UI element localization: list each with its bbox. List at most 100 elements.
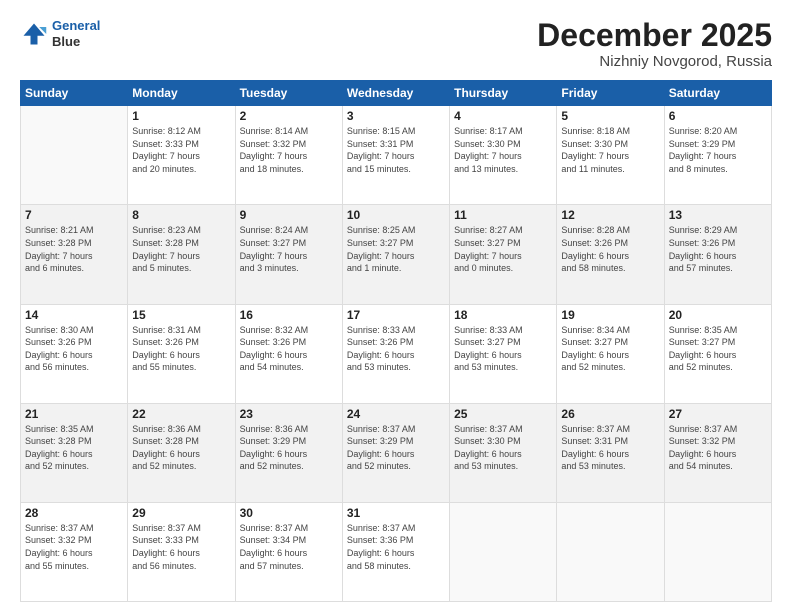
day-number: 5 [561, 109, 659, 123]
day-info: Sunrise: 8:37 AM Sunset: 3:33 PM Dayligh… [132, 522, 230, 572]
calendar-table: SundayMondayTuesdayWednesdayThursdayFrid… [20, 80, 772, 602]
calendar-cell: 13 Sunrise: 8:29 AM Sunset: 3:26 PM Dayli… [664, 205, 771, 304]
day-info: Sunrise: 8:14 AM Sunset: 3:32 PM Dayligh… [240, 125, 338, 175]
day-number: 19 [561, 308, 659, 322]
calendar-cell: 22Sunrise: 8:36 AM Sunset: 3:28 PM Dayli… [128, 403, 235, 502]
day-number: 9 [240, 208, 338, 222]
day-info: Sunrise: 8:36 AM Sunset: 3:28 PM Dayligh… [132, 423, 230, 473]
title-block: December 2025 Nizhniy Novgorod, Russia [537, 18, 772, 70]
calendar-cell: 12 Sunrise: 8:28 AM Sunset: 3:26 PM Dayli… [557, 205, 664, 304]
calendar-cell: 17 Sunrise: 8:33 AM Sunset: 3:26 PM Dayli… [342, 304, 449, 403]
calendar-cell [21, 106, 128, 205]
day-number: 28 [25, 506, 123, 520]
day-number: 16 [240, 308, 338, 322]
day-info: Sunrise: 8:35 AM Sunset: 3:27 PM Dayligh… [669, 324, 767, 374]
day-info: Sunrise: 8:37 AM Sunset: 3:32 PM Dayligh… [669, 423, 767, 473]
calendar-header-tuesday: Tuesday [235, 81, 342, 106]
day-info: Sunrise: 8:21 AM Sunset: 3:28 PM Dayligh… [25, 224, 123, 274]
calendar-cell: 15 Sunrise: 8:31 AM Sunset: 3:26 PM Dayli… [128, 304, 235, 403]
day-number: 18 [454, 308, 552, 322]
day-number: 26 [561, 407, 659, 421]
day-info: Sunrise: 8:27 AM Sunset: 3:27 PM Dayligh… [454, 224, 552, 274]
day-info: Sunrise: 8:25 AM Sunset: 3:27 PM Dayligh… [347, 224, 445, 274]
day-number: 8 [132, 208, 230, 222]
calendar-cell: 11Sunrise: 8:27 AM Sunset: 3:27 PM Dayli… [450, 205, 557, 304]
day-number: 29 [132, 506, 230, 520]
calendar-header-monday: Monday [128, 81, 235, 106]
day-number: 3 [347, 109, 445, 123]
calendar-row-4: 28 Sunrise: 8:37 AM Sunset: 3:32 PM Dayli… [21, 502, 772, 601]
calendar-cell: 1Sunrise: 8:12 AM Sunset: 3:33 PM Daylig… [128, 106, 235, 205]
day-info: Sunrise: 8:18 AM Sunset: 3:30 PM Dayligh… [561, 125, 659, 175]
calendar-header-thursday: Thursday [450, 81, 557, 106]
day-info: Sunrise: 8:32 AM Sunset: 3:26 PM Dayligh… [240, 324, 338, 374]
day-info: Sunrise: 8:33 AM Sunset: 3:27 PM Dayligh… [454, 324, 552, 374]
calendar-cell: 29 Sunrise: 8:37 AM Sunset: 3:33 PM Dayli… [128, 502, 235, 601]
day-number: 24 [347, 407, 445, 421]
calendar-cell: 25Sunrise: 8:37 AM Sunset: 3:30 PM Dayli… [450, 403, 557, 502]
calendar-cell: 21 Sunrise: 8:35 AM Sunset: 3:28 PM Dayli… [21, 403, 128, 502]
calendar-cell: 30Sunrise: 8:37 AM Sunset: 3:34 PM Dayli… [235, 502, 342, 601]
day-info: Sunrise: 8:37 AM Sunset: 3:30 PM Dayligh… [454, 423, 552, 473]
calendar-row-2: 14 Sunrise: 8:30 AM Sunset: 3:26 PM Dayli… [21, 304, 772, 403]
day-info: Sunrise: 8:15 AM Sunset: 3:31 PM Dayligh… [347, 125, 445, 175]
calendar-row-1: 7Sunrise: 8:21 AM Sunset: 3:28 PM Daylig… [21, 205, 772, 304]
calendar-cell [450, 502, 557, 601]
day-info: Sunrise: 8:28 AM Sunset: 3:26 PM Dayligh… [561, 224, 659, 274]
day-info: Sunrise: 8:35 AM Sunset: 3:28 PM Dayligh… [25, 423, 123, 473]
day-number: 17 [347, 308, 445, 322]
day-info: Sunrise: 8:33 AM Sunset: 3:26 PM Dayligh… [347, 324, 445, 374]
calendar-cell: 6 Sunrise: 8:20 AM Sunset: 3:29 PM Daylig… [664, 106, 771, 205]
calendar-cell: 28 Sunrise: 8:37 AM Sunset: 3:32 PM Dayli… [21, 502, 128, 601]
day-number: 14 [25, 308, 123, 322]
calendar-header-friday: Friday [557, 81, 664, 106]
calendar-header-wednesday: Wednesday [342, 81, 449, 106]
day-info: Sunrise: 8:20 AM Sunset: 3:29 PM Dayligh… [669, 125, 767, 175]
logo-text: General Blue [52, 18, 100, 49]
day-number: 10 [347, 208, 445, 222]
day-info: Sunrise: 8:37 AM Sunset: 3:29 PM Dayligh… [347, 423, 445, 473]
calendar-cell: 9 Sunrise: 8:24 AM Sunset: 3:27 PM Daylig… [235, 205, 342, 304]
calendar-cell: 18 Sunrise: 8:33 AM Sunset: 3:27 PM Dayli… [450, 304, 557, 403]
calendar-cell: 4 Sunrise: 8:17 AM Sunset: 3:30 PM Daylig… [450, 106, 557, 205]
calendar-header-row: SundayMondayTuesdayWednesdayThursdayFrid… [21, 81, 772, 106]
main-title: December 2025 [537, 18, 772, 53]
day-number: 23 [240, 407, 338, 421]
day-number: 4 [454, 109, 552, 123]
day-info: Sunrise: 8:34 AM Sunset: 3:27 PM Dayligh… [561, 324, 659, 374]
day-info: Sunrise: 8:37 AM Sunset: 3:32 PM Dayligh… [25, 522, 123, 572]
day-number: 20 [669, 308, 767, 322]
calendar-cell: 26 Sunrise: 8:37 AM Sunset: 3:31 PM Dayli… [557, 403, 664, 502]
day-info: Sunrise: 8:31 AM Sunset: 3:26 PM Dayligh… [132, 324, 230, 374]
day-number: 2 [240, 109, 338, 123]
day-info: Sunrise: 8:17 AM Sunset: 3:30 PM Dayligh… [454, 125, 552, 175]
day-number: 12 [561, 208, 659, 222]
calendar-cell: 19 Sunrise: 8:34 AM Sunset: 3:27 PM Dayli… [557, 304, 664, 403]
day-info: Sunrise: 8:37 AM Sunset: 3:31 PM Dayligh… [561, 423, 659, 473]
calendar-row-0: 1Sunrise: 8:12 AM Sunset: 3:33 PM Daylig… [21, 106, 772, 205]
calendar-cell [664, 502, 771, 601]
day-info: Sunrise: 8:23 AM Sunset: 3:28 PM Dayligh… [132, 224, 230, 274]
day-number: 21 [25, 407, 123, 421]
calendar-cell: 20 Sunrise: 8:35 AM Sunset: 3:27 PM Dayli… [664, 304, 771, 403]
day-info: Sunrise: 8:29 AM Sunset: 3:26 PM Dayligh… [669, 224, 767, 274]
logo-icon [20, 20, 48, 48]
day-info: Sunrise: 8:37 AM Sunset: 3:36 PM Dayligh… [347, 522, 445, 572]
calendar-cell: 27Sunrise: 8:37 AM Sunset: 3:32 PM Dayli… [664, 403, 771, 502]
day-number: 15 [132, 308, 230, 322]
day-number: 13 [669, 208, 767, 222]
day-number: 6 [669, 109, 767, 123]
calendar-cell: 2 Sunrise: 8:14 AM Sunset: 3:32 PM Daylig… [235, 106, 342, 205]
day-number: 1 [132, 109, 230, 123]
day-number: 31 [347, 506, 445, 520]
day-info: Sunrise: 8:30 AM Sunset: 3:26 PM Dayligh… [25, 324, 123, 374]
header: General Blue December 2025 Nizhniy Novgo… [20, 18, 772, 70]
calendar-header-sunday: Sunday [21, 81, 128, 106]
calendar-cell: 10 Sunrise: 8:25 AM Sunset: 3:27 PM Dayli… [342, 205, 449, 304]
day-info: Sunrise: 8:24 AM Sunset: 3:27 PM Dayligh… [240, 224, 338, 274]
calendar-cell: 31 Sunrise: 8:37 AM Sunset: 3:36 PM Dayli… [342, 502, 449, 601]
calendar-header-saturday: Saturday [664, 81, 771, 106]
subtitle: Nizhniy Novgorod, Russia [537, 53, 772, 70]
calendar-row-3: 21 Sunrise: 8:35 AM Sunset: 3:28 PM Dayli… [21, 403, 772, 502]
calendar-cell: 14 Sunrise: 8:30 AM Sunset: 3:26 PM Dayli… [21, 304, 128, 403]
